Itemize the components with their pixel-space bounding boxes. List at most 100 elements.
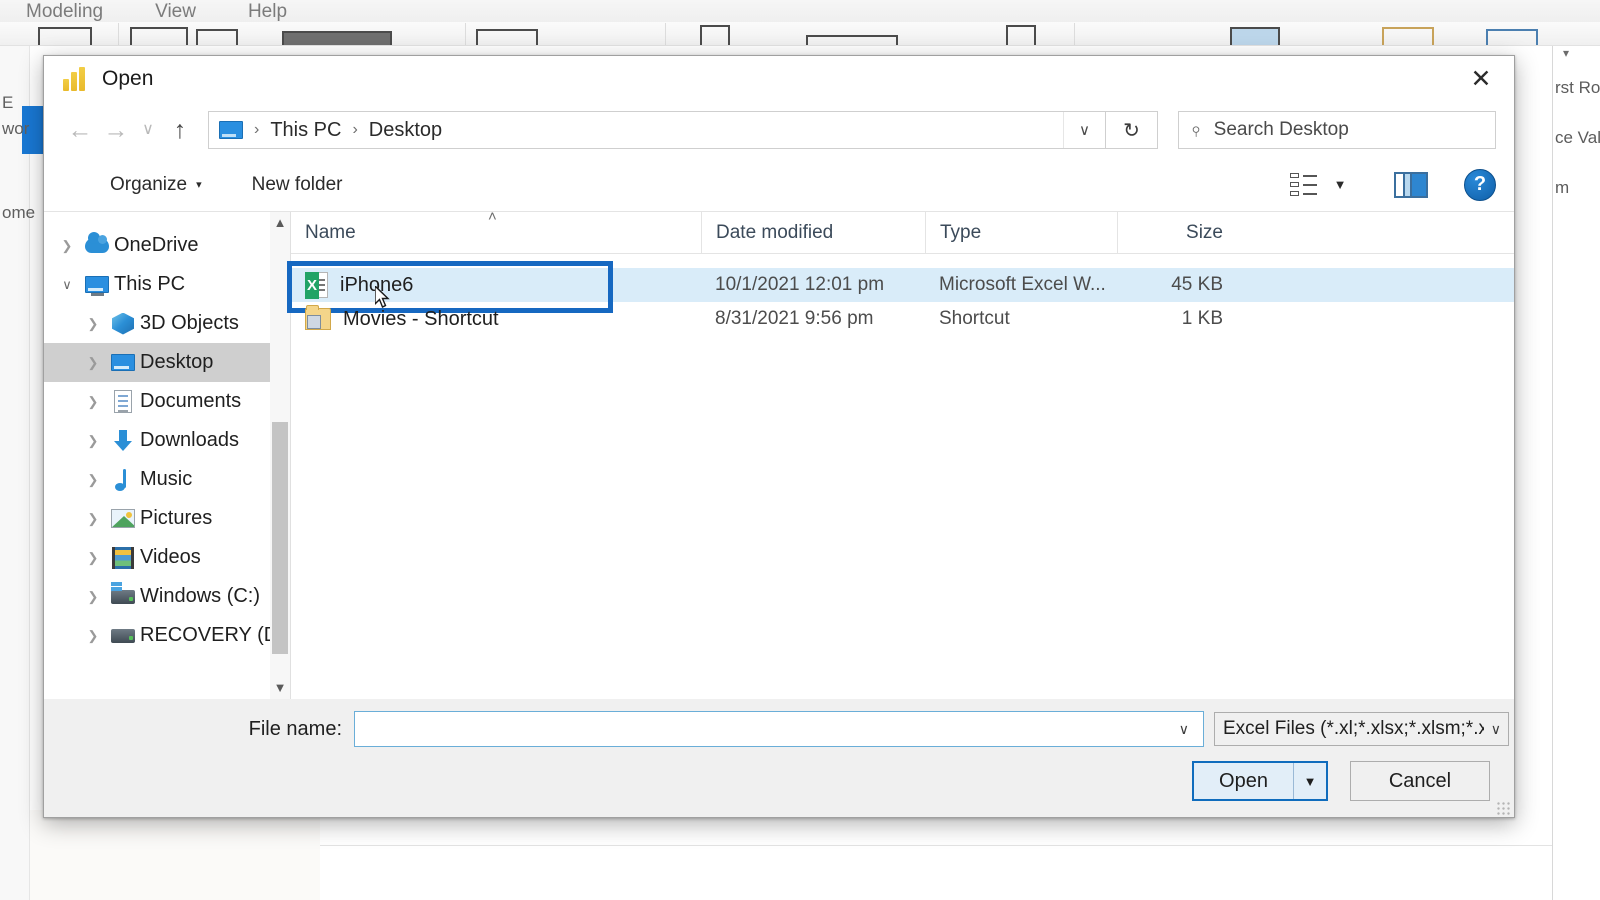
chevron-right-icon[interactable]: ❯: [54, 238, 80, 254]
sidebar-scrollbar[interactable]: ▲ ▼: [270, 212, 290, 699]
app-menu-bar: Modeling View Help: [0, 0, 1600, 22]
chevron-right-icon[interactable]: ❯: [80, 394, 106, 410]
close-icon[interactable]: ✕: [1448, 56, 1514, 102]
ribbon-icon-7: [806, 35, 898, 45]
arrow-up-icon[interactable]: ↑: [162, 112, 198, 148]
music-note-icon: [106, 468, 140, 491]
cancel-button[interactable]: Cancel: [1350, 761, 1490, 801]
table-row[interactable]: iPhone6 10/1/2021 12:01 pm Microsoft Exc…: [287, 261, 1514, 313]
ribbon-icon-1: [38, 27, 92, 45]
file-type-filter-select[interactable]: Excel Files (*.xl;*.xlsx;*.xlsm;*.xl ∨: [1214, 712, 1509, 746]
dialog-body: ❯ OneDrive ∨ This PC ❯ 3D Objects ❯ Desk…: [44, 208, 1514, 699]
scroll-up-arrow-icon[interactable]: ▲: [274, 212, 287, 234]
ribbon-icon-9: [1230, 27, 1280, 45]
search-input[interactable]: ⌕ Search Desktop: [1178, 111, 1496, 149]
sidebar-item-label: Downloads: [140, 429, 239, 451]
sidebar-item-windows-c[interactable]: ❯ Windows (C:): [44, 577, 290, 616]
file-name-cell: Movies - Shortcut: [291, 305, 701, 331]
recent-locations-chevron-down-icon[interactable]: ∨: [134, 112, 162, 148]
ribbon-icon-6: [700, 25, 730, 45]
organize-label: Organize: [110, 173, 188, 195]
sidebar-item-videos[interactable]: ❯ Videos: [44, 538, 290, 577]
arrow-left-icon[interactable]: ←: [62, 112, 98, 148]
preview-pane-icon[interactable]: [1394, 171, 1428, 198]
app-bottom-pane: [0, 810, 320, 900]
scrollbar-thumb[interactable]: [272, 422, 288, 654]
list-view-icon[interactable]: [1290, 172, 1320, 197]
monitor-icon: [80, 276, 114, 296]
ribbon-icon-11: [1486, 29, 1538, 45]
file-date-cell: 10/1/2021 12:01 pm: [715, 274, 885, 295]
ribbon-icon-2: [130, 27, 188, 45]
column-header-date-modified[interactable]: Date modified: [701, 211, 925, 254]
breadcrumb-item-this-pc[interactable]: This PC: [270, 119, 341, 142]
column-header-type[interactable]: Type: [925, 211, 1117, 254]
menu-item-help[interactable]: Help: [222, 2, 313, 22]
chevron-down-icon: ▾: [1563, 46, 1570, 60]
chevron-down-icon[interactable]: ∨: [54, 277, 80, 293]
ribbon-icon-4: [282, 31, 392, 45]
chevron-right-icon[interactable]: ❯: [80, 628, 106, 644]
command-toolbar: Organize ▾ New folder ▼ ?: [44, 158, 1514, 212]
3d-objects-icon: [106, 312, 140, 335]
ribbon-separator-4: [1074, 23, 1075, 45]
help-icon[interactable]: ?: [1464, 168, 1496, 201]
videos-film-icon: [106, 546, 140, 569]
chevron-down-icon: ∨: [1490, 720, 1501, 737]
file-size-cell: 1 KB: [1181, 308, 1223, 329]
breadcrumb-item-desktop[interactable]: Desktop: [369, 119, 442, 142]
table-row[interactable]: Movies - Shortcut 8/31/2021 9:56 pm Shor…: [291, 302, 1514, 336]
chevron-right-icon[interactable]: ❯: [80, 472, 106, 488]
sidebar-item-recovery-d[interactable]: ❯ RECOVERY (D:): [44, 616, 291, 655]
sidebar-item-label: Videos: [140, 546, 201, 568]
dialog-footer: File name: ∨ Excel Files (*.xl;*.xlsx;*.…: [44, 699, 1514, 817]
open-button[interactable]: Open: [1194, 763, 1294, 799]
chevron-down-icon[interactable]: ∨: [1063, 112, 1105, 148]
menu-item-modeling[interactable]: Modeling: [0, 2, 129, 22]
app-right-pane: ▾ rst Ro ce Val m: [1552, 46, 1600, 900]
breadcrumb-separator-2: ›: [352, 121, 358, 138]
resize-grip[interactable]: [1496, 801, 1510, 815]
breadcrumb[interactable]: › This PC › Desktop ∨: [208, 111, 1106, 149]
chevron-right-icon[interactable]: ❯: [80, 589, 106, 605]
column-header-name[interactable]: Name ˄: [291, 208, 701, 254]
file-list-header: Name ˄ Date modified Type Size: [291, 208, 1514, 254]
chevron-right-icon[interactable]: ❯: [80, 550, 106, 566]
chevron-right-icon[interactable]: ❯: [80, 511, 106, 527]
chevron-right-icon[interactable]: ❯: [80, 316, 106, 332]
column-header-size[interactable]: Size: [1117, 211, 1237, 254]
open-split-button[interactable]: Open ▼: [1192, 761, 1328, 801]
arrow-right-icon[interactable]: →: [98, 112, 134, 148]
sidebar-item-downloads[interactable]: ❯ Downloads: [44, 421, 290, 460]
filename-input[interactable]: ∨: [354, 711, 1204, 747]
sidebar-item-3d-objects[interactable]: ❯ 3D Objects: [44, 304, 290, 343]
sidebar-item-desktop[interactable]: ❯ Desktop: [44, 343, 290, 382]
scroll-down-arrow-icon[interactable]: ▼: [274, 677, 287, 699]
refresh-icon[interactable]: ↻: [1106, 111, 1158, 149]
scrollbar-track[interactable]: [270, 234, 290, 677]
open-dropdown-caret-icon[interactable]: ▼: [1294, 763, 1326, 799]
chevron-right-icon[interactable]: ❯: [80, 433, 106, 449]
sidebar-item-onedrive[interactable]: ❯ OneDrive: [44, 226, 290, 265]
search-icon: ⌕: [1184, 118, 1208, 141]
filename-label: File name:: [248, 717, 342, 740]
sidebar-item-pictures[interactable]: ❯ Pictures: [44, 499, 290, 538]
sidebar-item-label: Desktop: [140, 351, 214, 373]
organize-button[interactable]: Organize ▾: [110, 174, 202, 196]
sidebar-item-this-pc[interactable]: ∨ This PC: [44, 265, 290, 304]
sidebar-item-music[interactable]: ❯ Music: [44, 460, 290, 499]
chevron-right-icon[interactable]: ❯: [80, 355, 106, 371]
sidebar-item-label: RECOVERY (D:): [140, 624, 291, 646]
sidebar-item-label: Windows (C:): [140, 585, 261, 607]
filename-row: File name: ∨ Excel Files (*.xl;*.xlsx;*.…: [44, 707, 1514, 751]
file-name-label: iPhone6: [340, 273, 414, 296]
new-folder-button[interactable]: New folder: [252, 174, 343, 196]
dialog-title: Open: [102, 67, 154, 90]
view-options-chevron-down-icon[interactable]: ▼: [1320, 177, 1360, 192]
search-placeholder: Search Desktop: [1213, 119, 1349, 140]
sidebar-item-documents[interactable]: ❯ Documents: [44, 382, 290, 421]
chevron-down-icon[interactable]: ∨: [1173, 721, 1195, 738]
column-label: Date modified: [716, 221, 834, 243]
menu-item-view[interactable]: View: [129, 2, 222, 22]
app-right-label-2: ce Val: [1555, 128, 1600, 147]
